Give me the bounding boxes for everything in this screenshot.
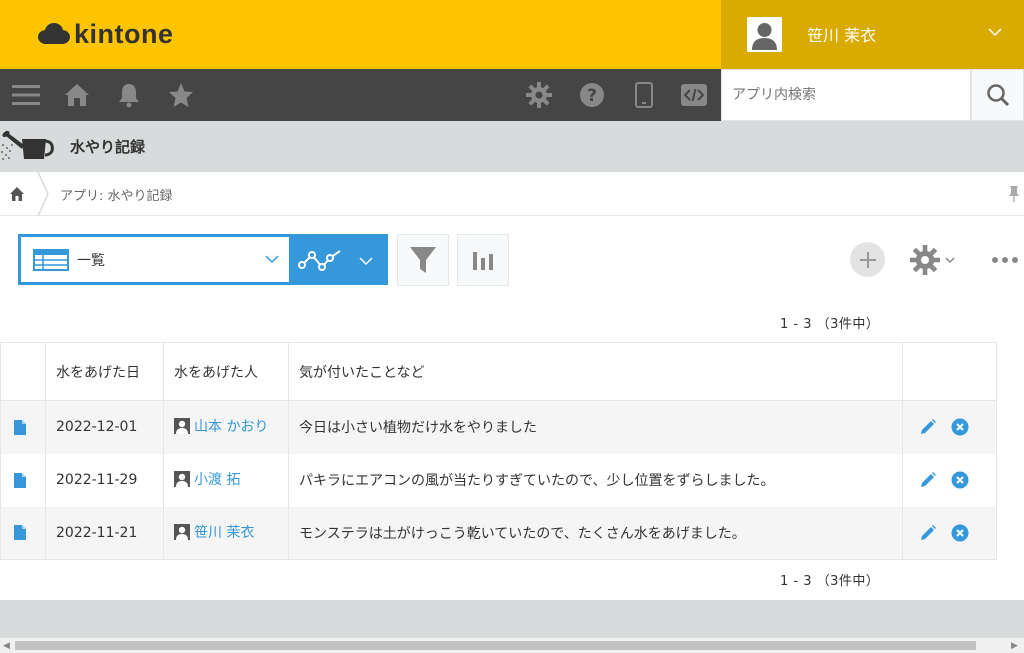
record-note: 今日は小さい植物だけ水をやりました (288, 400, 903, 454)
star-icon[interactable] (165, 79, 197, 111)
table-row: 2022-11-29 小渡 拓 パキラにエアコンの風が当たりすぎていたので、少し… (0, 453, 997, 507)
more-options-icon[interactable] (990, 252, 1020, 268)
app-settings-button[interactable] (910, 244, 962, 276)
avatar (747, 17, 782, 52)
view-name: 一覧 (77, 253, 105, 269)
breadcrumb: アプリ: 水やり記録 (0, 172, 1024, 216)
bell-icon[interactable] (113, 79, 145, 111)
view-selector[interactable]: 一覧 (18, 234, 290, 285)
mobile-icon[interactable] (628, 79, 660, 111)
app-search-field[interactable] (721, 69, 971, 121)
header: kintone 笹川 茉衣 (0, 0, 1024, 69)
column-header[interactable]: 気が付いたことなど (288, 342, 903, 401)
record-date: 2022-11-21 (45, 506, 164, 560)
chevron-down-icon (988, 28, 1002, 37)
record-detail-icon[interactable] (13, 419, 27, 436)
filter-button[interactable] (397, 234, 449, 286)
watering-can-icon (1, 130, 54, 160)
record-note: モンステラは土がけっこう乾いていたので、たくさん水をあげました。 (288, 506, 903, 560)
table-header-row: 水をあげた日 水をあげた人 気が付いたことなど (0, 342, 997, 401)
column-header[interactable]: 水をあげた人 (163, 342, 289, 401)
record-detail-icon[interactable] (13, 472, 27, 489)
chevron-down-icon (945, 257, 955, 264)
record-table: 水をあげた日 水をあげた人 気が付いたことなど 2022-12-01 山本 かお… (0, 342, 997, 560)
table-view-icon (33, 249, 69, 271)
table-row: 2022-11-21 笹川 茉衣 モンステラは土がけっこう乾いていたので、たくさ… (0, 506, 997, 560)
svg-text:?: ? (587, 86, 597, 106)
search-icon (986, 84, 1009, 107)
delete-icon[interactable] (951, 418, 969, 436)
header-detail-col (0, 342, 46, 401)
brand-name: kintone (74, 19, 174, 49)
user-link[interactable]: 小渡 拓 (174, 469, 240, 489)
user-name: 笹川 茉衣 (807, 26, 877, 45)
pagination-top: 1 - 3 （3件中） (780, 317, 880, 332)
breadcrumb-app-link[interactable]: アプリ: 水やり記録 (60, 185, 173, 204)
record-date: 2022-11-29 (45, 453, 164, 507)
header-actions-col (902, 342, 997, 401)
edit-pencil-icon[interactable] (919, 418, 937, 436)
kintone-logo[interactable]: kintone (36, 19, 174, 50)
user-link-name[interactable]: 小渡 拓 (194, 469, 240, 489)
search-button[interactable] (971, 69, 1024, 121)
user-link[interactable]: 笹川 茉衣 (174, 522, 254, 542)
add-record-button[interactable] (850, 242, 885, 277)
app-title: 水やり記録 (70, 138, 146, 156)
menu-icon[interactable] (10, 79, 42, 111)
gear-icon (910, 245, 940, 275)
record-detail-icon[interactable] (13, 524, 27, 541)
horizontal-scrollbar[interactable]: ◀ ▶ (0, 637, 1024, 653)
user-link-name[interactable]: 山本 かおり (194, 416, 268, 436)
edit-pencil-icon[interactable] (919, 524, 937, 542)
delete-icon[interactable] (951, 471, 969, 489)
pagination-bottom: 1 - 3 （3件中） (780, 574, 880, 589)
home-icon[interactable] (61, 79, 93, 111)
kintone-cloud-icon (38, 22, 70, 44)
pin-icon[interactable] (1007, 185, 1021, 203)
user-link-name[interactable]: 笹川 茉衣 (194, 522, 254, 542)
user-link[interactable]: 山本 かおり (174, 416, 268, 436)
gear-icon[interactable] (523, 79, 555, 111)
code-icon[interactable] (678, 79, 710, 111)
user-icon (174, 418, 190, 435)
scroll-thumb[interactable] (15, 641, 976, 650)
bar-chart-icon (473, 252, 493, 270)
user-menu[interactable]: 笹川 茉衣 (721, 0, 1024, 69)
delete-icon[interactable] (951, 524, 969, 542)
home-icon[interactable] (9, 186, 25, 202)
chart-button[interactable] (457, 234, 509, 286)
graph-selector-button[interactable] (290, 234, 388, 285)
edit-pencil-icon[interactable] (919, 471, 937, 489)
user-silhouette-icon (747, 17, 782, 52)
scroll-left-icon[interactable]: ◀ (3, 641, 10, 651)
chevron-down-icon (265, 255, 279, 264)
plus-icon (859, 251, 876, 268)
table-row: 2022-12-01 山本 かおり 今日は小さい植物だけ水をやりました (0, 400, 997, 454)
record-note: パキラにエアコンの風が当たりすぎていたので、少し位置をずらしました。 (288, 453, 903, 507)
scroll-right-icon[interactable]: ▶ (1011, 641, 1018, 651)
record-date: 2022-12-01 (45, 400, 164, 454)
search-input[interactable] (722, 70, 970, 120)
help-icon[interactable]: ? (576, 79, 608, 111)
footer-band (0, 600, 1024, 637)
funnel-icon (410, 247, 436, 273)
breadcrumb-separator (37, 172, 49, 216)
chevron-down-icon (359, 257, 373, 266)
column-header[interactable]: 水をあげた日 (45, 342, 164, 401)
line-graph-icon (298, 250, 341, 271)
app-header: 水やり記録 (0, 121, 1024, 172)
user-icon (174, 471, 190, 487)
user-icon (174, 523, 190, 540)
